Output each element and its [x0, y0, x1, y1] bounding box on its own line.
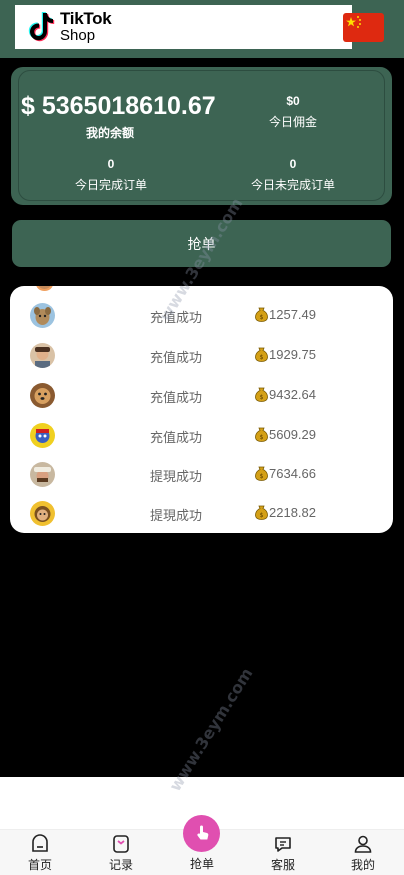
list-item: 充值成功 $ 5609.29 [10, 417, 393, 457]
nav-mine-label: 我的 [350, 858, 375, 872]
coin-bag-icon: $ [255, 466, 268, 481]
man-avatar [30, 343, 55, 368]
completed-orders-label: 今日完成订单 [74, 178, 147, 192]
character-avatar [30, 501, 55, 526]
record-status: 提現成功 [150, 470, 203, 485]
svg-text:$: $ [260, 434, 264, 441]
avatar [36, 286, 53, 291]
coin-bag-icon: $ [255, 307, 268, 322]
pending-orders-label: 今日未完成订单 [250, 178, 335, 192]
record-amount: 1929.75 [269, 347, 316, 362]
svg-text:$: $ [260, 394, 264, 401]
coin-bag-icon: $ [255, 505, 268, 520]
commission-stat: $0 今日佣金 [253, 94, 333, 130]
nav-grab-label: 抢单 [189, 857, 214, 871]
tiktok-logo-icon [28, 12, 55, 42]
list-item: 提現成功 $ 2218.82 [10, 495, 393, 533]
balance-value: $ 5365018610.67 [21, 92, 216, 120]
record-status: 充值成功 [150, 311, 203, 326]
nav-home-label: 首页 [27, 858, 52, 872]
nav-home[interactable]: 首页 [10, 830, 70, 875]
coin-bag-icon: $ [255, 347, 268, 362]
chat-icon [275, 837, 291, 852]
nav-grab-button[interactable] [183, 815, 220, 852]
commission-label: 今日佣金 [268, 115, 317, 129]
coin-bag-icon: $ [255, 427, 268, 442]
svg-text:$: $ [260, 512, 264, 519]
commission-value: $0 [286, 94, 300, 108]
balance-label: 我的余额 [86, 126, 135, 140]
svg-text:$: $ [260, 473, 264, 480]
list-item: 充值成功 $ 9432.64 [10, 377, 393, 417]
brand-logo: TikTok Shop [15, 5, 352, 49]
record-amount: 7634.66 [269, 466, 316, 481]
china-flag-icon[interactable] [343, 13, 384, 42]
coin-bag-icon: $ [255, 387, 268, 402]
record-amount: 1257.49 [269, 307, 316, 322]
record-amount: 9432.64 [269, 387, 316, 402]
home-icon [32, 834, 48, 852]
record-status: 充值成功 [150, 431, 203, 446]
brand-name: TikTok Shop [60, 9, 112, 44]
record-status: 充值成功 [150, 391, 203, 406]
hat-avatar [30, 462, 55, 487]
puppy-avatar [30, 383, 55, 408]
record-icon [113, 835, 129, 853]
record-amount: 2218.82 [269, 505, 316, 520]
record-status: 充值成功 [150, 351, 203, 366]
nav-service-label: 客服 [270, 858, 295, 872]
svg-text:$: $ [260, 314, 264, 321]
hand-tap-icon [197, 825, 209, 840]
dog-avatar [30, 303, 55, 328]
svg-text:$: $ [260, 354, 264, 361]
list-item: 充值成功 $ 1929.75 [10, 337, 393, 377]
brand-line1: TikTok [60, 9, 112, 28]
list-item: 提現成功 $ 7634.66 [10, 456, 393, 496]
top-bar: TikTok Shop [0, 0, 404, 58]
nav-records-label: 记录 [108, 858, 133, 872]
list-item: 充值成功 $ 1257.49 [10, 297, 393, 337]
user-icon [354, 835, 372, 853]
nav-records[interactable]: 记录 [91, 830, 151, 875]
pending-orders-stat: 0 今日未完成订单 [237, 157, 349, 193]
record-status: 提現成功 [150, 509, 203, 524]
watermark: www.3eym.com [165, 664, 257, 795]
pending-orders-value: 0 [289, 157, 297, 171]
cartoon-avatar [30, 423, 55, 448]
completed-orders-stat: 0 今日完成订单 [61, 157, 161, 193]
completed-orders-value: 0 [107, 157, 115, 171]
grab-order-button[interactable]: 抢单 [12, 220, 391, 267]
brand-line2: Shop [60, 27, 96, 44]
nav-service[interactable]: 客服 [253, 830, 313, 875]
record-amount: 5609.29 [269, 427, 316, 442]
nav-mine[interactable]: 我的 [333, 830, 393, 875]
record-list: 充值成功 $ 1257.49 充值成功 $ 1929.75 充值成功 $ 943… [10, 286, 393, 533]
